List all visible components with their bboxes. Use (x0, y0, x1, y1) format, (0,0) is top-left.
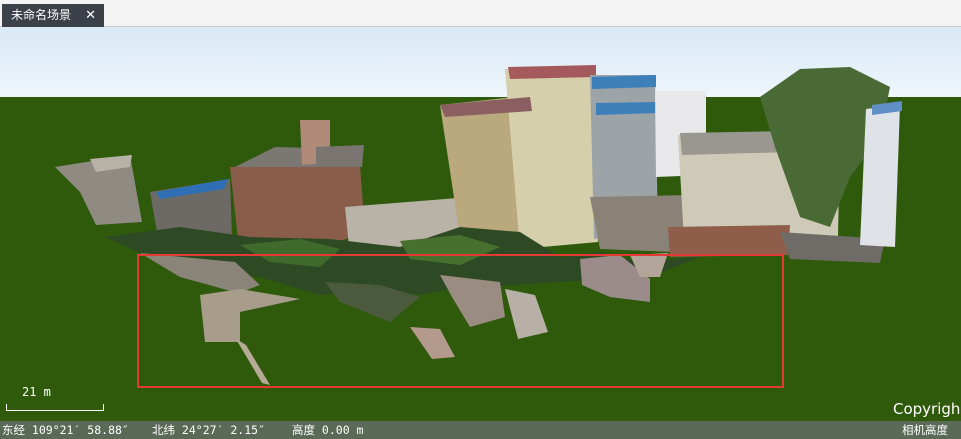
3d-viewport[interactable]: 21 m Copyrigh (0, 27, 961, 421)
tab-title: 未命名场景 (11, 8, 72, 22)
copyright-watermark: Copyrigh (893, 400, 961, 418)
camera-height-readout: 相机高度 (902, 423, 948, 437)
close-icon[interactable]: ✕ (85, 4, 96, 27)
latitude-readout: 北纬 24°27′ 2.15″ (152, 423, 266, 437)
status-bar: 东经 109°21′ 58.88″ 北纬 24°27′ 2.15″ 高度 0.0… (0, 421, 961, 439)
scale-line (6, 404, 104, 411)
longitude-readout: 东经 109°21′ 58.88″ (2, 423, 129, 437)
tab-scene[interactable]: 未命名场景 ✕ (2, 4, 104, 27)
scale-label: 21 m (22, 385, 51, 399)
scale-bar: 21 m (4, 382, 104, 416)
altitude-readout: 高度 0.00 m (292, 423, 364, 437)
tab-bar: 未命名场景 ✕ (0, 0, 961, 27)
selection-rectangle[interactable] (137, 254, 784, 388)
